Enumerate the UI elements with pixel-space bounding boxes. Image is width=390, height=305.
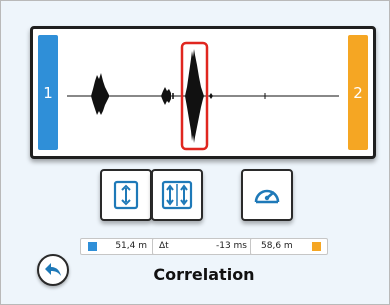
waveform-burst-1 [91, 73, 109, 115]
sensor-1-swatch [88, 242, 97, 251]
vertical-zoom-button[interactable] [100, 169, 152, 221]
time-delta-label: Δt [159, 241, 169, 251]
sensor-1-bar: 1 [38, 35, 58, 150]
dual-vertical-arrow-icon [161, 180, 193, 210]
dual-zoom-button[interactable] [151, 169, 203, 221]
sensor-1-label: 1 [43, 83, 53, 102]
sensor-2-distance: 58,6 m [250, 238, 328, 255]
correlation-screen: 1 2 51,4 m Δt -13 ms 58,6 m Correlation [0, 0, 390, 305]
back-arrow-icon [45, 263, 61, 276]
speed-button[interactable] [241, 169, 293, 221]
waveform-panel[interactable]: 1 2 [30, 26, 376, 159]
sensor-2-label: 2 [353, 83, 363, 102]
speedometer-icon [254, 189, 280, 204]
sensor-1-distance: 51,4 m [80, 238, 156, 255]
time-delta-value: -13 ms [215, 241, 247, 251]
sensor-2-bar: 2 [348, 35, 368, 150]
time-delta: Δt -13 ms [152, 238, 254, 255]
sensor-1-distance-value: 51,4 m [115, 241, 147, 251]
page-title: Correlation [153, 265, 255, 284]
back-button[interactable] [37, 254, 69, 286]
waveform-burst-main [185, 49, 204, 143]
waveform-burst-2 [161, 87, 171, 105]
sensor-2-swatch [312, 242, 321, 251]
waveform-burst-3 [209, 93, 213, 99]
sensor-2-distance-value: 58,6 m [261, 241, 293, 251]
waveform-graph [67, 41, 339, 151]
vertical-arrow-icon [113, 180, 139, 210]
